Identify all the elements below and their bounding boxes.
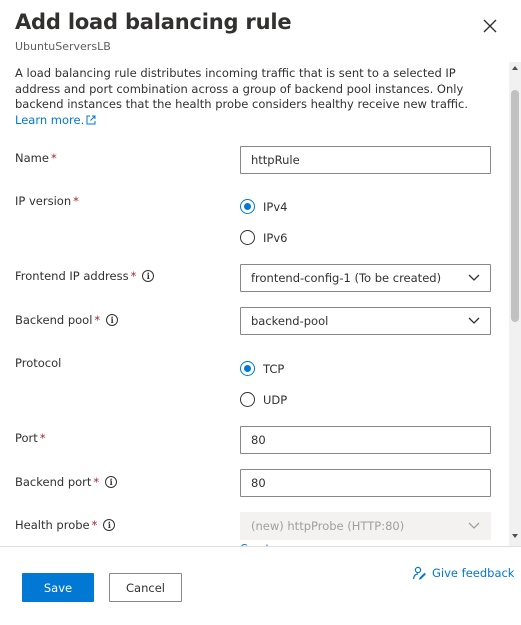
description: A load balancing rule distributes incomi…: [15, 66, 493, 128]
form-scroll-area: A load balancing rule distributes incomi…: [0, 62, 509, 546]
ipv4-radio[interactable]: IPv4: [240, 199, 287, 214]
vertical-scrollbar[interactable]: [509, 62, 521, 546]
footer-divider: [0, 546, 521, 547]
radio-checked-icon: [240, 361, 255, 376]
frontend-ip-select[interactable]: frontend-config-1 (To be created): [240, 264, 491, 292]
health-probe-select: (new) httpProbe (HTTP:80): [240, 512, 491, 540]
cancel-button[interactable]: Cancel: [109, 573, 182, 602]
required-marker: *: [93, 475, 100, 489]
ip-version-label: IP version *: [15, 194, 79, 208]
tcp-radio[interactable]: TCP: [240, 361, 284, 376]
panel-subtitle: UbuntuServersLB: [15, 40, 111, 53]
radio-unchecked-icon: [240, 230, 255, 245]
learn-more-link[interactable]: Learn more.: [15, 113, 96, 127]
required-marker: *: [50, 151, 57, 165]
required-marker: *: [130, 269, 137, 283]
backend-port-input[interactable]: [240, 469, 491, 497]
udp-radio[interactable]: UDP: [240, 392, 287, 407]
info-icon[interactable]: i: [105, 476, 118, 488]
scroll-down-icon[interactable]: [511, 532, 519, 540]
backend-port-label: Backend port * i: [15, 475, 118, 489]
chevron-down-icon: [468, 274, 480, 281]
scroll-up-icon[interactable]: [511, 64, 519, 72]
backend-pool-select[interactable]: backend-pool: [240, 307, 491, 335]
info-icon[interactable]: i: [142, 270, 155, 282]
radio-checked-icon: [240, 199, 255, 214]
ipv6-radio[interactable]: IPv6: [240, 230, 287, 245]
close-icon[interactable]: [480, 16, 500, 36]
give-feedback-link[interactable]: Give feedback: [412, 566, 514, 580]
port-input[interactable]: [240, 426, 491, 454]
name-input[interactable]: [240, 146, 491, 174]
info-icon[interactable]: i: [103, 519, 116, 531]
required-marker: *: [91, 518, 98, 532]
chevron-down-icon: [468, 522, 480, 529]
feedback-person-icon: [412, 566, 426, 580]
required-marker: *: [73, 194, 79, 208]
backend-pool-label: Backend pool * i: [15, 313, 119, 327]
health-probe-label: Health probe * i: [15, 518, 116, 532]
protocol-label: Protocol: [15, 356, 62, 370]
required-marker: *: [39, 431, 46, 445]
description-text: A load balancing rule distributes incomi…: [15, 66, 468, 111]
save-button[interactable]: Save: [22, 573, 94, 602]
info-icon[interactable]: i: [106, 314, 119, 326]
panel-title: Add load balancing rule: [15, 10, 292, 34]
frontend-ip-label: Frontend IP address * i: [15, 269, 155, 283]
radio-unchecked-icon: [240, 392, 255, 407]
chevron-down-icon: [468, 317, 480, 324]
external-link-icon: [86, 115, 96, 124]
port-label: Port *: [15, 431, 46, 445]
required-marker: *: [94, 313, 101, 327]
name-label: Name *: [15, 151, 57, 165]
scrollbar-thumb[interactable]: [511, 90, 519, 322]
